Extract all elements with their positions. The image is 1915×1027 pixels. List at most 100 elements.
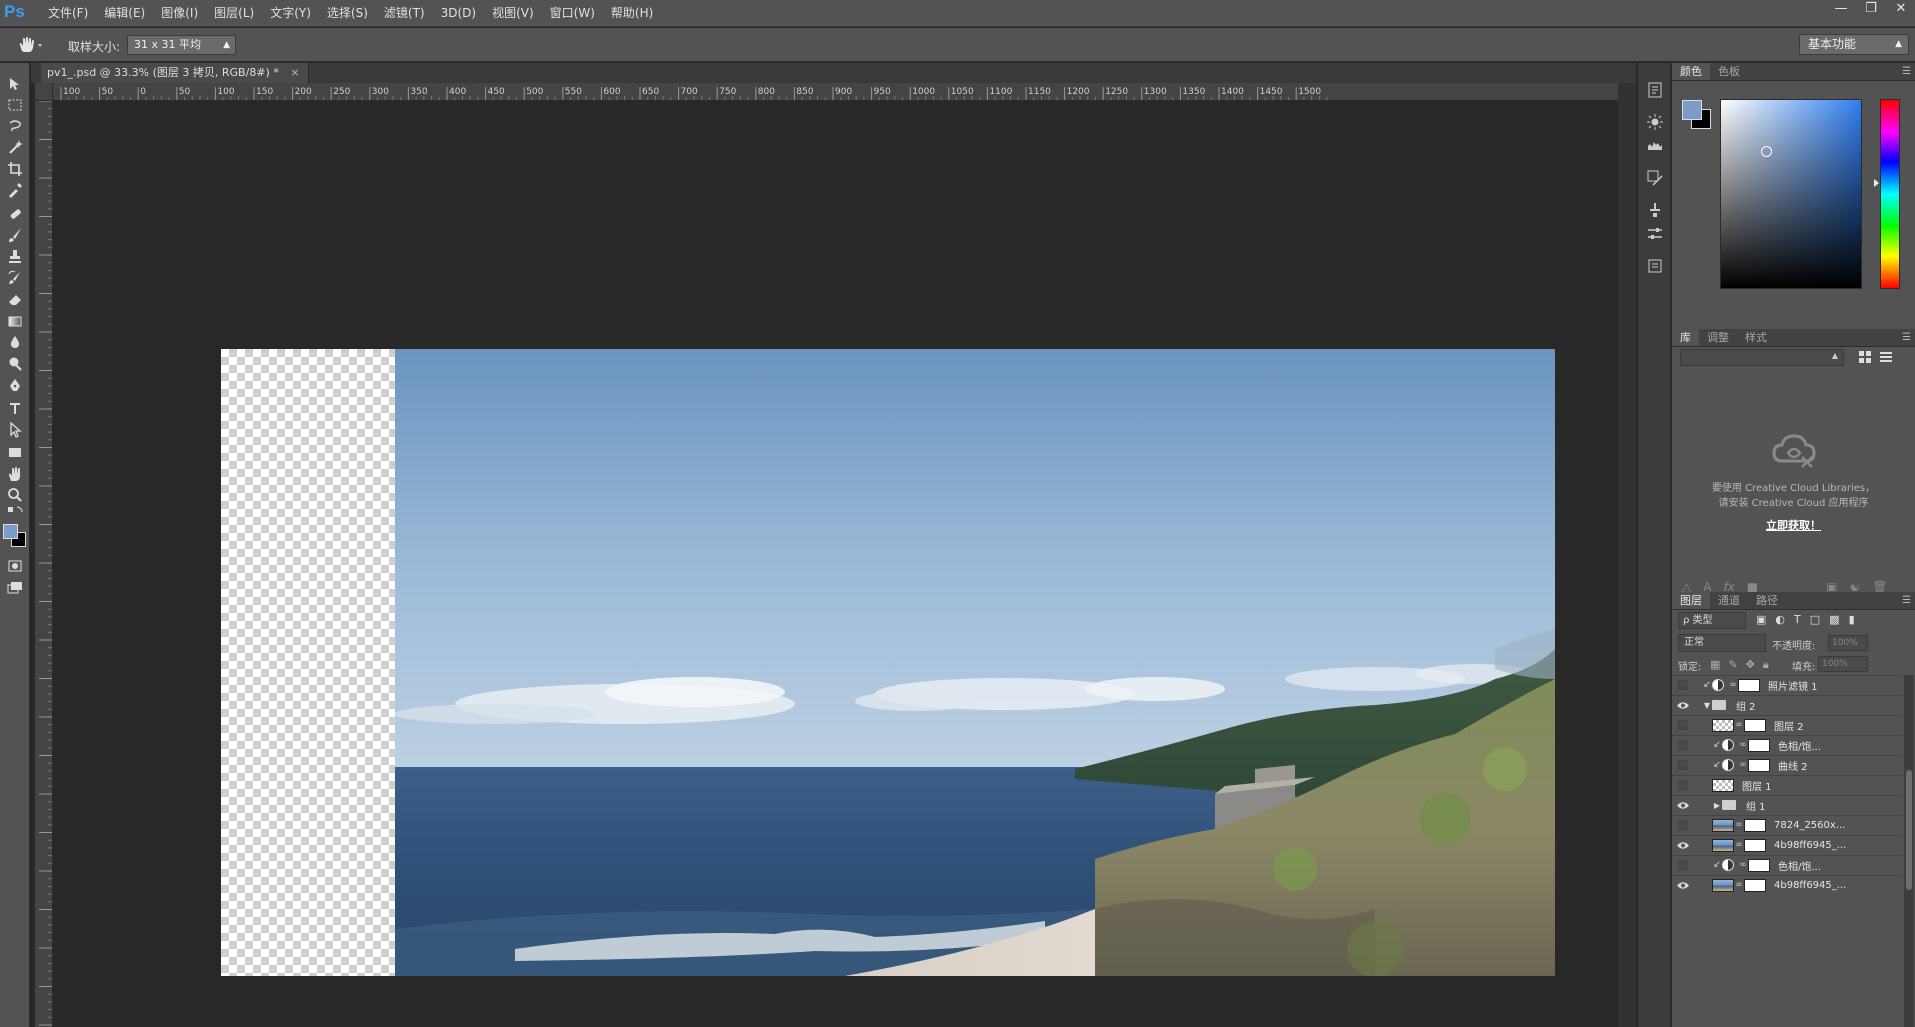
tab-paths[interactable]: 路径: [1748, 592, 1786, 609]
lock-transparency-icon[interactable]: ▦: [1710, 658, 1720, 672]
menu-file[interactable]: 文件(F): [42, 0, 94, 27]
link-icon[interactable]: ∞: [1728, 680, 1738, 690]
layer-row[interactable]: ∞ 4b98ff6945_...: [1672, 875, 1902, 894]
swap-colors-icon[interactable]: [4, 505, 26, 521]
layer-mask-thumbnail[interactable]: [1744, 838, 1766, 852]
visibility-toggle[interactable]: [1672, 676, 1694, 695]
layer-row[interactable]: ∞ 4b98ff6945_...: [1672, 835, 1902, 854]
layer-mask-thumbnail[interactable]: [1748, 738, 1770, 752]
document-vertical-scrollbar[interactable]: [1618, 83, 1636, 1027]
visibility-toggle[interactable]: [1672, 756, 1694, 775]
caret-down-icon[interactable]: ▼: [1702, 701, 1712, 710]
tab-channels[interactable]: 通道: [1710, 592, 1748, 609]
tab-swatches[interactable]: 色板: [1710, 63, 1748, 80]
lock-pixels-icon[interactable]: ✎: [1728, 658, 1737, 672]
layer-row[interactable]: ∞ 7824_2560x...: [1672, 815, 1902, 834]
eye-icon[interactable]: [1672, 876, 1694, 895]
shape-icon[interactable]: [4, 441, 26, 463]
tab-libraries[interactable]: 库: [1672, 329, 1699, 346]
layer-thumbnail[interactable]: [1712, 778, 1734, 792]
hue-slider[interactable]: [1880, 99, 1900, 289]
link-icon[interactable]: ∞: [1738, 740, 1748, 750]
brush-icon[interactable]: [4, 224, 26, 246]
close-tab-icon[interactable]: ×: [290, 66, 299, 79]
color-saturation-field[interactable]: [1720, 99, 1862, 289]
layer-mask-thumbnail[interactable]: [1738, 678, 1760, 692]
sun-adjust-panel-icon[interactable]: [1646, 113, 1666, 133]
menu-filter[interactable]: 滤镜(T): [378, 0, 431, 27]
tool-presets-panel-icon[interactable]: [1646, 201, 1666, 221]
tab-color[interactable]: 颜色: [1672, 63, 1710, 80]
link-icon[interactable]: ∞: [1734, 840, 1744, 850]
canvas-area[interactable]: [53, 101, 1618, 1027]
eyedropper-icon[interactable]: [4, 179, 26, 201]
zoom-icon[interactable]: [4, 484, 26, 506]
link-icon[interactable]: ∞: [1734, 720, 1744, 730]
eye-icon[interactable]: [1672, 836, 1694, 855]
layer-mask-thumbnail[interactable]: [1744, 878, 1766, 892]
fill-field[interactable]: 100%: [1818, 656, 1868, 672]
layer-mask-thumbnail[interactable]: [1744, 718, 1766, 732]
eye-icon[interactable]: [1672, 796, 1694, 815]
workspace-select[interactable]: 基本功能 ▲︎: [1799, 34, 1909, 55]
history-panel-icon[interactable]: [1646, 81, 1666, 101]
gradient-icon[interactable]: [4, 310, 26, 332]
filter-toggle-icon[interactable]: ▮: [1849, 613, 1855, 626]
layer-mask-thumbnail[interactable]: [1748, 858, 1770, 872]
crop-icon[interactable]: [4, 158, 26, 180]
link-icon[interactable]: ∞: [1734, 880, 1744, 890]
minimize-icon[interactable]: —: [1833, 2, 1849, 16]
quick-mask-icon[interactable]: [4, 555, 26, 577]
layer-row[interactable]: ∞ 图层 2: [1672, 715, 1902, 734]
document-tab[interactable]: pv1_.psd @ 33.3% (图层 3 拷贝, RGB/8#) * ×: [41, 63, 309, 83]
menu-window[interactable]: 窗口(W): [544, 0, 601, 27]
layer-thumbnail[interactable]: [1712, 818, 1734, 832]
layer-thumbnail[interactable]: [1712, 878, 1734, 892]
link-icon[interactable]: ∞: [1738, 860, 1748, 870]
visibility-toggle[interactable]: [1672, 776, 1694, 795]
foreground-color-swatch[interactable]: [3, 524, 18, 539]
menu-layer[interactable]: 图层(L): [208, 0, 260, 27]
hand-icon[interactable]: [4, 463, 26, 485]
notes-panel-icon[interactable]: [1646, 257, 1666, 277]
menu-3d[interactable]: 3D(D): [435, 0, 482, 27]
histogram-panel-icon[interactable]: [1646, 135, 1666, 155]
pen-icon[interactable]: [4, 375, 26, 397]
filter-adjustment-icon[interactable]: ◐: [1775, 613, 1785, 626]
visibility-toggle[interactable]: [1672, 716, 1694, 735]
screen-mode-icon[interactable]: [4, 577, 26, 599]
history-brush-icon[interactable]: [4, 267, 26, 289]
clone-stamp-icon[interactable]: [4, 245, 26, 267]
color-picker-ring[interactable]: [1761, 146, 1772, 157]
lasso-icon[interactable]: [4, 115, 26, 137]
menu-type[interactable]: 文字(Y): [264, 0, 317, 27]
hue-marker[interactable]: [1874, 179, 1879, 187]
close-icon[interactable]: ✕: [1893, 2, 1909, 16]
layers-scrollbar[interactable]: [1904, 675, 1914, 1027]
marquee-icon[interactable]: [4, 94, 26, 116]
foreground-background-swatches[interactable]: [2, 523, 28, 549]
sample-size-select[interactable]: 31 x 31 平均 ▲︎: [127, 35, 236, 55]
tab-styles[interactable]: 样式: [1737, 329, 1775, 346]
layer-row[interactable]: ↙ ∞ 照片滤镜 1: [1672, 675, 1902, 694]
foreground-color-swatch[interactable]: [1682, 100, 1702, 120]
menu-help[interactable]: 帮助(H): [605, 0, 659, 27]
filter-shape-icon[interactable]: □: [1810, 613, 1820, 626]
filter-type-icon[interactable]: T: [1794, 613, 1801, 626]
layer-row[interactable]: ▼ 组 2: [1672, 695, 1902, 714]
visibility-toggle[interactable]: [1672, 736, 1694, 755]
list-view-icon[interactable]: [1879, 350, 1893, 364]
eye-icon[interactable]: [1672, 696, 1694, 715]
healing-brush-icon[interactable]: [4, 203, 26, 225]
horizontal-ruler[interactable]: 100 50 0 50 100 150 200 250 300 350 400 450 500 550 60…: [53, 83, 1618, 101]
layer-mask-thumbnail[interactable]: [1744, 818, 1766, 832]
move-icon[interactable]: [4, 73, 26, 95]
layer-row[interactable]: 图层 1: [1672, 775, 1902, 794]
hand-icon[interactable]: [16, 36, 44, 54]
lock-position-icon[interactable]: ✥: [1746, 658, 1755, 672]
restore-icon[interactable]: ❐: [1863, 2, 1879, 16]
layer-row[interactable]: ↙ ∞ 色相/饱...: [1672, 855, 1902, 874]
vertical-ruler[interactable]: [35, 101, 53, 1027]
type-icon[interactable]: [4, 397, 26, 419]
layer-filter-select[interactable]: ρ 类型: [1678, 612, 1746, 629]
